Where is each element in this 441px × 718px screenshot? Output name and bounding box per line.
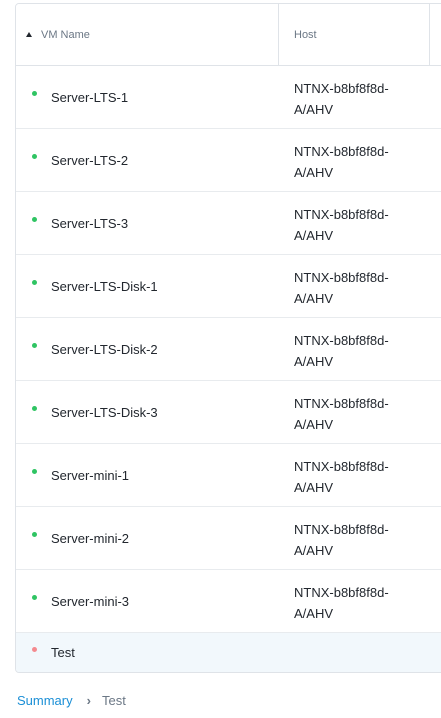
- host-cell: NTNX-b8bf8f8d-A/AHV: [294, 585, 389, 621]
- vm-name-link[interactable]: Server-LTS-Disk-1: [51, 255, 158, 318]
- table-header: VM Name Host: [16, 4, 441, 66]
- host-cell: NTNX-b8bf8f8d-A/AHV: [294, 207, 389, 243]
- vm-name-link[interactable]: Server-LTS-2: [51, 129, 128, 192]
- status-dot-icon: [32, 595, 37, 600]
- vm-name-link[interactable]: Server-mini-1: [51, 444, 129, 507]
- vm-name-link[interactable]: Server-mini-2: [51, 507, 129, 570]
- breadcrumb: Summary › Test: [17, 690, 126, 710]
- chevron-right-icon: ›: [86, 692, 91, 708]
- status-dot-icon: [32, 154, 37, 159]
- host-cell: NTNX-b8bf8f8d-A/AHV: [294, 144, 389, 180]
- breadcrumb-current: Test: [101, 692, 126, 708]
- table-row[interactable]: Server-mini-2 NTNX-b8bf8f8d-A/AHV: [16, 507, 441, 570]
- table-row[interactable]: Server-LTS-Disk-2 NTNX-b8bf8f8d-A/AHV: [16, 318, 441, 381]
- host-cell: NTNX-b8bf8f8d-A/AHV: [294, 333, 389, 369]
- vm-name-link[interactable]: Server-LTS-Disk-3: [51, 381, 158, 444]
- column-header-label: VM Name: [41, 29, 90, 41]
- status-dot-icon: [32, 343, 37, 348]
- status-dot-icon: [32, 280, 37, 285]
- column-header-label: Host: [294, 29, 317, 41]
- table-row[interactable]: Server-mini-3 NTNX-b8bf8f8d-A/AHV: [16, 570, 441, 633]
- table-row[interactable]: Server-mini-1 NTNX-b8bf8f8d-A/AHV: [16, 444, 441, 507]
- table-row[interactable]: Server-LTS-1 NTNX-b8bf8f8d-A/AHV: [16, 66, 441, 129]
- status-dot-icon: [32, 532, 37, 537]
- status-dot-icon: [32, 647, 37, 652]
- table-row[interactable]: Server-LTS-3 NTNX-b8bf8f8d-A/AHV: [16, 192, 441, 255]
- table-row[interactable]: Server-LTS-Disk-1 NTNX-b8bf8f8d-A/AHV: [16, 255, 441, 318]
- status-dot-icon: [32, 217, 37, 222]
- vm-name-link[interactable]: Server-LTS-3: [51, 192, 128, 255]
- vm-name-link[interactable]: Server-LTS-Disk-2: [51, 318, 158, 381]
- column-header-vm-name[interactable]: VM Name: [16, 4, 279, 66]
- vm-table: VM Name Host Server-LTS-1 NTNX-b8bf8f8d-…: [15, 3, 441, 673]
- breadcrumb-summary-link[interactable]: Summary: [17, 693, 73, 708]
- sort-ascending-icon: [26, 32, 32, 37]
- vm-name-link[interactable]: Server-mini-3: [51, 570, 129, 633]
- host-cell: NTNX-b8bf8f8d-A/AHV: [294, 270, 389, 306]
- host-cell: NTNX-b8bf8f8d-A/AHV: [294, 396, 389, 432]
- table-row[interactable]: Server-LTS-Disk-3 NTNX-b8bf8f8d-A/AHV: [16, 381, 441, 444]
- table-row[interactable]: Server-LTS-2 NTNX-b8bf8f8d-A/AHV: [16, 129, 441, 192]
- host-cell: NTNX-b8bf8f8d-A/AHV: [294, 459, 389, 495]
- host-cell: NTNX-b8bf8f8d-A/AHV: [294, 522, 389, 558]
- vm-name-link[interactable]: Server-LTS-1: [51, 66, 128, 129]
- vm-name-link[interactable]: Test: [51, 633, 75, 672]
- status-dot-icon: [32, 469, 37, 474]
- status-dot-icon: [32, 406, 37, 411]
- status-dot-icon: [32, 91, 37, 96]
- host-cell: NTNX-b8bf8f8d-A/AHV: [294, 81, 389, 117]
- column-header-host[interactable]: Host: [279, 4, 430, 66]
- table-row-selected[interactable]: Test: [16, 633, 441, 672]
